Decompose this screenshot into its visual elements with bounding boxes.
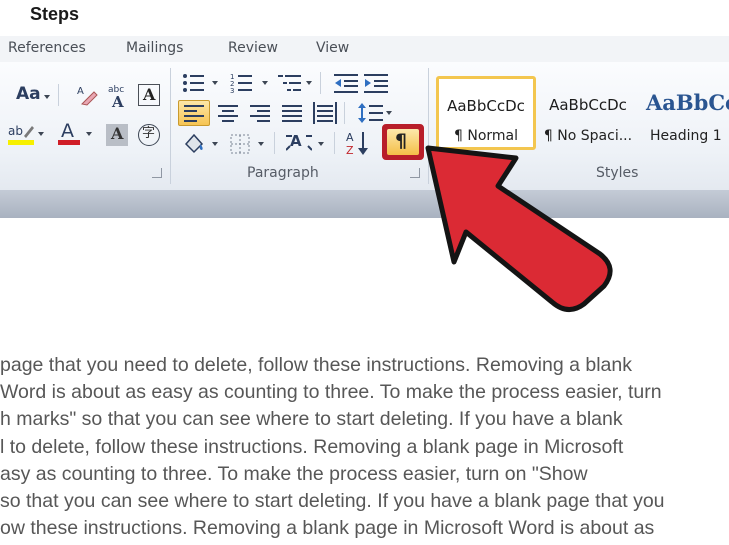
pointer-arrow-icon xyxy=(425,145,613,312)
